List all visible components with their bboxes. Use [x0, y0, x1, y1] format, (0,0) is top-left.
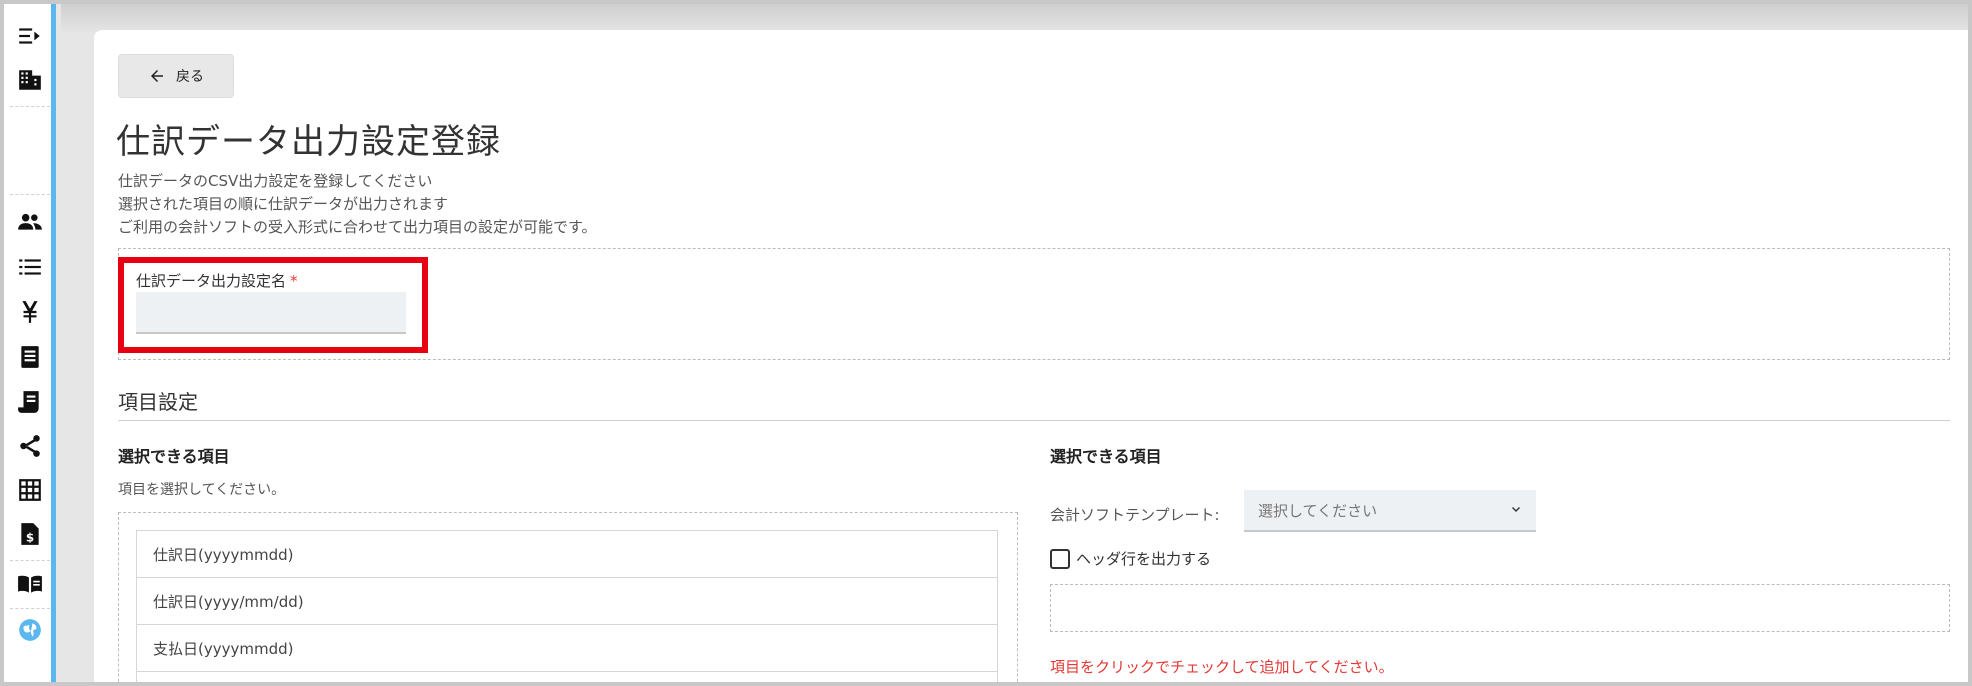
template-label: 会計ソフトテンプレート:	[1050, 506, 1220, 524]
back-button-label: 戻る	[176, 69, 204, 85]
arrow-left-icon	[151, 70, 163, 82]
selected-items-dropzone[interactable]	[1050, 584, 1950, 632]
header-row-checkbox[interactable]	[1050, 548, 1070, 569]
description-line-1: 仕訳データのCSV出力設定を登録してください	[118, 172, 433, 190]
yen-icon[interactable]	[12, 294, 48, 330]
left-column-title: 選択できる項目	[118, 447, 230, 466]
table-grid-icon[interactable]	[12, 472, 48, 508]
list-item[interactable]	[137, 672, 997, 682]
template-select-value: 選択してください	[1258, 501, 1378, 520]
left-column-subtitle: 項目を選択してください。	[118, 482, 286, 498]
invoice-dollar-icon[interactable]: $	[12, 516, 48, 552]
name-field-label-text: 仕訳データ出力設定名	[136, 272, 287, 290]
support-globe-icon[interactable]	[12, 612, 48, 648]
share-icon[interactable]	[12, 428, 48, 464]
list-item[interactable]: 仕訳日(yyyy/mm/dd)	[137, 578, 997, 625]
users-icon[interactable]	[12, 204, 48, 240]
right-column-title: 選択できる項目	[1050, 447, 1162, 466]
building-icon[interactable]	[12, 62, 48, 98]
list-item[interactable]: 仕訳日(yyyymmdd)	[137, 531, 997, 578]
app-frame: $ 戻る 仕訳データ出力設定登録 仕訳データのCSV出力設定を登録してください …	[0, 0, 1972, 686]
name-field-label: 仕訳データ出力設定名 *	[136, 270, 298, 291]
manual-book-icon[interactable]	[12, 566, 48, 602]
section-title: 項目設定	[118, 390, 198, 414]
back-button[interactable]: 戻る	[118, 54, 234, 98]
receipt-icon[interactable]	[12, 384, 48, 420]
svg-text:$: $	[26, 531, 34, 545]
top-bar	[61, 4, 1968, 32]
description-line-3: ご利用の会計ソフトの受入形式に合わせて出力項目の設定が可能です。	[118, 218, 597, 236]
required-mark: *	[290, 272, 298, 290]
header-row-option: ヘッダ行を出力する	[1050, 548, 1211, 569]
document-icon[interactable]	[12, 339, 48, 375]
list-icon[interactable]	[12, 249, 48, 285]
template-select[interactable]: 選択してください	[1244, 490, 1536, 532]
header-row-checkbox-label[interactable]: ヘッダ行を出力する	[1076, 548, 1211, 569]
section-divider	[118, 420, 1950, 421]
selectable-items-list: 仕訳日(yyyymmdd) 仕訳日(yyyy/mm/dd) 支払日(yyyymm…	[136, 530, 998, 682]
sidebar: $	[4, 4, 56, 682]
page-title: 仕訳データ出力設定登録	[116, 122, 501, 162]
description-line-2: 選択された項目の順に仕訳データが出力されます	[118, 195, 449, 213]
main-panel: 戻る 仕訳データ出力設定登録 仕訳データのCSV出力設定を登録してください 選択…	[94, 30, 1968, 682]
menu-collapse-icon[interactable]	[12, 18, 48, 54]
setting-name-input[interactable]	[136, 292, 406, 334]
chevron-down-icon	[1512, 507, 1520, 512]
add-items-hint: 項目をクリックでチェックして追加してください。	[1050, 658, 1394, 676]
list-item[interactable]: 支払日(yyyymmdd)	[137, 625, 997, 672]
